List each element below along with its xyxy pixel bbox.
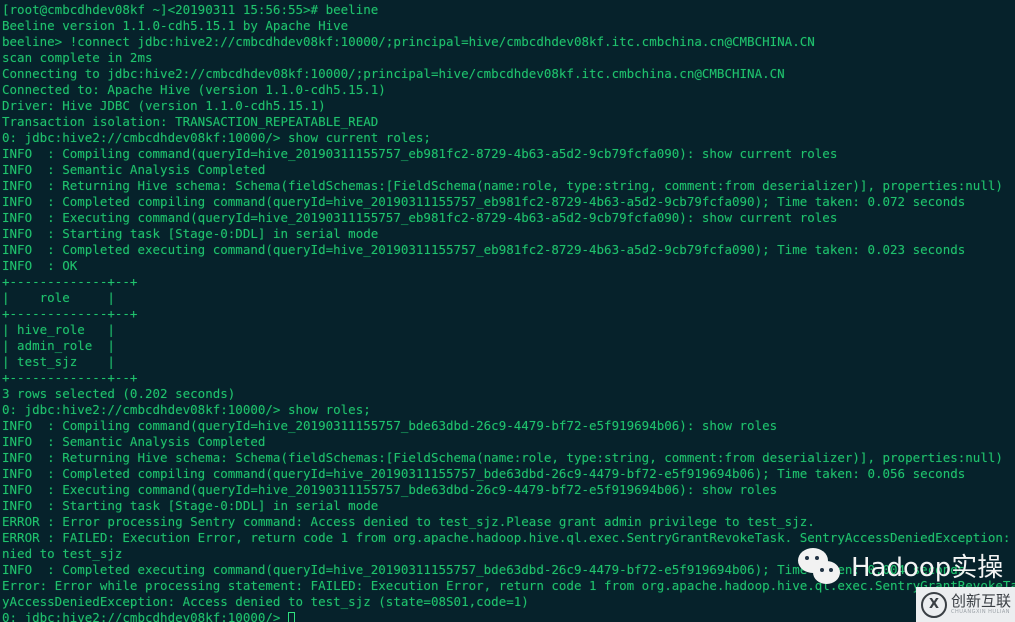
terminal-line: nied to test_sjz	[2, 546, 123, 561]
terminal-line: INFO : Completed compiling command(query…	[2, 194, 966, 209]
text-cursor	[287, 612, 295, 622]
terminal-line: 0: jdbc:hive2://cmbcdhdev08kf:10000/> sh…	[2, 402, 371, 417]
terminal-line: Transaction isolation: TRANSACTION_REPEA…	[2, 114, 379, 129]
terminal-line: | admin_role |	[2, 338, 115, 353]
terminal-line: [root@cmbcdhdev08kf ~]<20190311 15:56:55…	[2, 2, 379, 17]
terminal-output: [root@cmbcdhdev08kf ~]<20190311 15:56:55…	[2, 2, 1015, 622]
terminal-line: Error: Error while processing statement:…	[2, 578, 1015, 593]
terminal-line: INFO : OK	[2, 258, 78, 273]
terminal-line: 3 rows selected (0.202 seconds)	[2, 386, 236, 401]
terminal-line: ERROR : FAILED: Execution Error, return …	[2, 530, 1015, 545]
terminal-line: | role |	[2, 290, 115, 305]
terminal-line: | test_sjz |	[2, 354, 115, 369]
terminal-line: 0: jdbc:hive2://cmbcdhdev08kf:10000/> sh…	[2, 130, 431, 145]
terminal-line: beeline> !connect jdbc:hive2://cmbcdhdev…	[2, 34, 815, 49]
terminal-line: Beeline version 1.1.0-cdh5.15.1 by Apach…	[2, 18, 349, 33]
terminal-line: INFO : Starting task [Stage-0:DDL] in se…	[2, 498, 379, 513]
terminal-line: +-------------+--+	[2, 274, 138, 289]
terminal-line: INFO : Compiling command(queryId=hive_20…	[2, 146, 838, 161]
terminal-line: +-------------+--+	[2, 370, 138, 385]
terminal-line: 0: jdbc:hive2://cmbcdhdev08kf:10000/>	[2, 610, 1015, 622]
terminal-line: INFO : Executing command(queryId=hive_20…	[2, 482, 778, 497]
terminal-line: Connected to: Apache Hive (version 1.1.0…	[2, 82, 386, 97]
terminal-line: INFO : Executing command(queryId=hive_20…	[2, 210, 838, 225]
terminal-line: scan complete in 2ms	[2, 50, 153, 65]
terminal-window[interactable]: [root@cmbcdhdev08kf ~]<20190311 15:56:55…	[0, 0, 1015, 622]
terminal-line: INFO : Completed executing command(query…	[2, 242, 966, 257]
terminal-line: INFO : Returning Hive schema: Schema(fie…	[2, 178, 1003, 193]
terminal-line: INFO : Compiling command(queryId=hive_20…	[2, 418, 778, 433]
terminal-line: INFO : Semantic Analysis Completed	[2, 162, 266, 177]
terminal-line: Driver: Hive JDBC (version 1.1.0-cdh5.15…	[2, 98, 326, 113]
terminal-line: ERROR : Error processing Sentry command:…	[2, 514, 815, 529]
terminal-line: | hive_role |	[2, 322, 115, 337]
terminal-line: INFO : Starting task [Stage-0:DDL] in se…	[2, 226, 379, 241]
terminal-line: INFO : Completed executing command(query…	[2, 562, 966, 577]
terminal-line: Connecting to jdbc:hive2://cmbcdhdev08kf…	[2, 66, 785, 81]
terminal-line: INFO : Completed compiling command(query…	[2, 466, 966, 481]
terminal-line: +-------------+--+	[2, 306, 138, 321]
terminal-line: yAccessDeniedException: Access denied to…	[2, 594, 529, 609]
terminal-line: INFO : Returning Hive schema: Schema(fie…	[2, 450, 1003, 465]
terminal-line: INFO : Semantic Analysis Completed	[2, 434, 266, 449]
